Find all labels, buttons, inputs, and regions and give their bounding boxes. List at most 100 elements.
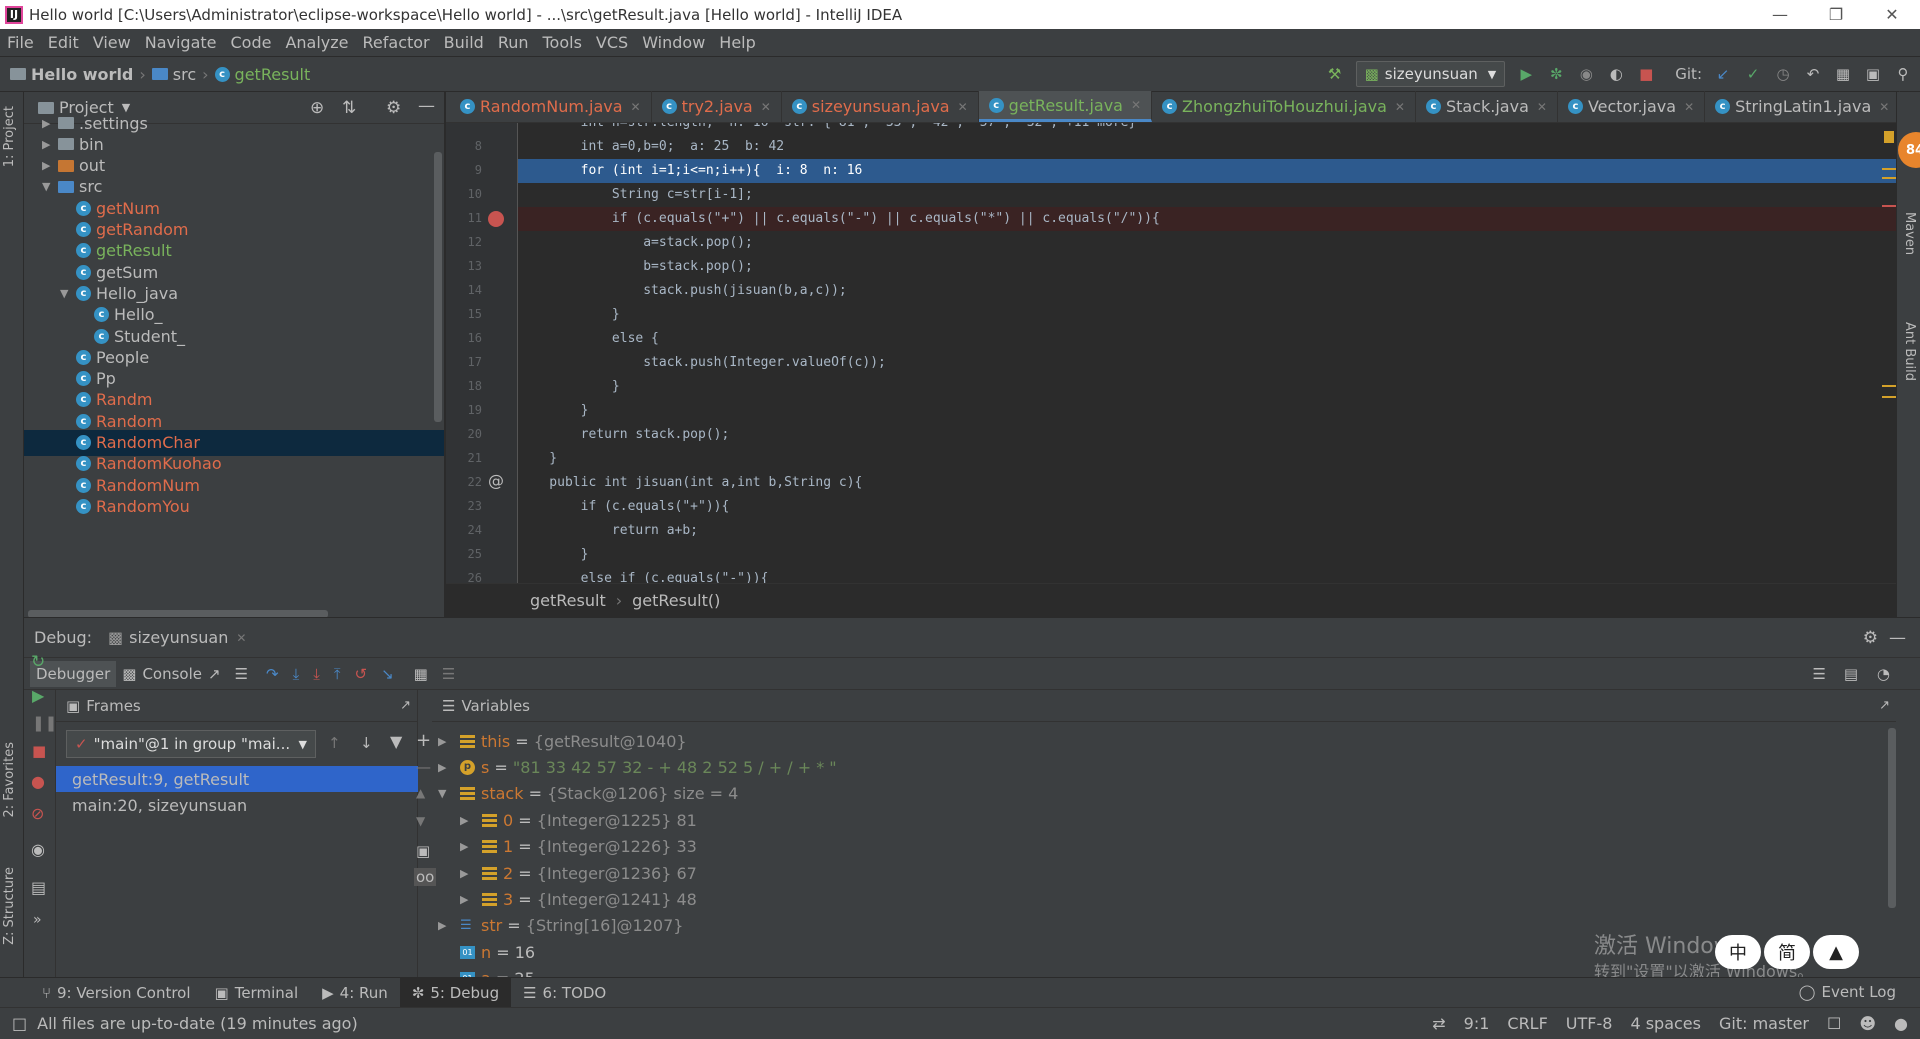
- breadcrumb-file[interactable]: getResult: [235, 65, 311, 84]
- menu-item-edit[interactable]: Edit: [41, 33, 86, 52]
- more-icon[interactable]: »: [33, 912, 42, 928]
- editor-tab[interactable]: c getResult.java ✕: [978, 91, 1153, 122]
- restore-layout-icon[interactable]: ☰: [1813, 665, 1826, 683]
- menu-item-code[interactable]: Code: [224, 33, 279, 52]
- layout-icon[interactable]: ▤: [1844, 665, 1858, 683]
- code-line[interactable]: stack.push(jisuan(b,a,c));: [518, 279, 1896, 303]
- variable-row[interactable]: ▶ p s = "81 33 42 57 32 - + 48 2 52 5 / + …: [432, 754, 837, 780]
- warning-marker[interactable]: [1882, 396, 1896, 398]
- build-hammer-icon[interactable]: ⚒: [1326, 65, 1344, 83]
- debug-bug-icon[interactable]: ✼: [1547, 65, 1565, 83]
- triangle-right-icon[interactable]: ▶: [438, 761, 460, 774]
- menu-item-run[interactable]: Run: [491, 33, 536, 52]
- code-line[interactable]: if (c.equals("+")){: [518, 495, 1896, 519]
- layout-settings-icon[interactable]: ▤: [31, 878, 46, 897]
- breadcrumb-folder[interactable]: src: [173, 65, 196, 84]
- search-icon[interactable]: ⚲: [1894, 65, 1912, 83]
- git-revert-icon[interactable]: ↶: [1804, 65, 1822, 83]
- tab-console[interactable]: ▩ Console: [122, 665, 202, 683]
- git-branch[interactable]: Git: master: [1719, 1014, 1809, 1033]
- evaluate-expression-icon[interactable]: ▦: [414, 665, 428, 683]
- code-line[interactable]: }: [518, 375, 1896, 399]
- tool-tab-ant-build[interactable]: Ant Build: [1902, 322, 1917, 381]
- code-line[interactable]: }: [518, 303, 1896, 327]
- menu-item-view[interactable]: View: [86, 33, 138, 52]
- bottom-tab[interactable]: ⑂ 9: Version Control: [30, 978, 203, 1008]
- hide-panel-icon[interactable]: —: [1889, 628, 1906, 648]
- pin-icon[interactable]: ↗: [1879, 698, 1890, 713]
- bottom-tab[interactable]: ☰ 6: TODO: [511, 978, 618, 1008]
- warning-marker[interactable]: [1882, 385, 1896, 387]
- frame-down-icon[interactable]: ↓: [360, 734, 373, 752]
- pin-icon[interactable]: ↗: [400, 698, 411, 713]
- code-line[interactable]: else {: [518, 327, 1896, 351]
- error-marker-strip[interactable]: [1882, 123, 1896, 583]
- editor-tab[interactable]: c try2.java ✕: [652, 91, 782, 122]
- triangle-right-icon[interactable]: ▶: [42, 117, 58, 130]
- mute-breakpoints-icon[interactable]: ⊘: [31, 804, 44, 823]
- view-breakpoints-icon[interactable]: ●: [31, 772, 45, 791]
- file-encoding[interactable]: UTF-8: [1566, 1014, 1613, 1033]
- variable-row[interactable]: ▼ stack = {Stack@1206} size = 4: [432, 781, 738, 807]
- git-update-icon[interactable]: ↙: [1714, 65, 1732, 83]
- code-line[interactable]: public int jisuan(int a,int b,String c){: [518, 471, 1896, 495]
- editor-breadcrumb-method[interactable]: getResult(): [632, 591, 720, 610]
- bottom-tab[interactable]: ▣ Terminal: [203, 978, 311, 1008]
- variable-row[interactable]: ▶ this = {getResult@1040}: [432, 728, 687, 754]
- status-window-icon[interactable]: □: [12, 1014, 27, 1033]
- triangle-right-icon[interactable]: ▶: [438, 735, 460, 748]
- run-to-cursor-icon[interactable]: ↘: [381, 665, 394, 683]
- code-line[interactable]: for (int i=1;i<=n;i++){ i: 8 n: 16: [518, 159, 1896, 183]
- thread-select[interactable]: ✓ "main"@1 in group "mai... ▼: [66, 730, 316, 758]
- code-line[interactable]: stack.push(Integer.valueOf(c));: [518, 351, 1896, 375]
- coverage-icon[interactable]: ◉: [1577, 65, 1595, 83]
- bottom-tab[interactable]: ▶ 4: Run: [310, 978, 400, 1008]
- menu-item-analyze[interactable]: Analyze: [278, 33, 355, 52]
- menu-item-build[interactable]: Build: [437, 33, 491, 52]
- editor-tab[interactable]: c ZhongzhuiToHouzhui.java ✕: [1152, 91, 1416, 122]
- frame-row[interactable]: main:20, sizeyunsuan: [56, 792, 418, 818]
- close-icon[interactable]: ✕: [1131, 98, 1141, 112]
- tree-scrollbar[interactable]: [434, 152, 442, 422]
- code-line[interactable]: return stack.pop();: [518, 423, 1896, 447]
- trace-icon[interactable]: ☰: [442, 665, 455, 683]
- move-down-icon[interactable]: ▼: [416, 814, 425, 828]
- ime-chinese-toggle[interactable]: 中: [1715, 935, 1761, 969]
- code-line[interactable]: }: [518, 447, 1896, 471]
- git-commit-check-icon[interactable]: ✓: [1744, 65, 1762, 83]
- caret-position[interactable]: 9:1: [1464, 1014, 1490, 1033]
- close-icon[interactable]: ✕: [761, 100, 771, 114]
- tool-tab-project[interactable]: 1: Project: [2, 106, 17, 167]
- code-line[interactable]: String c=str[i-1];: [518, 183, 1896, 207]
- code-line[interactable]: int n=str.length; n: 16 str: {"81", "33"…: [518, 123, 1896, 135]
- frame-up-icon[interactable]: ↑: [328, 734, 341, 752]
- menu-item-help[interactable]: Help: [712, 33, 762, 52]
- run-configuration-select[interactable]: ▩ sizeyunsuan ▼: [1355, 61, 1506, 87]
- stop-icon[interactable]: ■: [1637, 65, 1655, 83]
- gear-icon[interactable]: ⚙: [1863, 628, 1878, 648]
- code-area[interactable]: int n=str.length; n: 16 str: {"81", "33"…: [518, 123, 1896, 583]
- code-line[interactable]: else if (c.equals("-")){: [518, 567, 1896, 583]
- git-history-icon[interactable]: ◷: [1774, 65, 1792, 83]
- tool-tab-maven[interactable]: Maven: [1902, 212, 1917, 255]
- pin-icon[interactable]: ↗: [208, 665, 221, 683]
- menu-item-window[interactable]: Window: [635, 33, 712, 52]
- variable-row[interactable]: ▶ 2 = {Integer@1236} 67: [432, 860, 697, 886]
- triangle-down-icon[interactable]: ▼: [60, 287, 76, 300]
- profile-icon[interactable]: ◐: [1607, 65, 1625, 83]
- variables-scrollbar[interactable]: [1888, 728, 1896, 908]
- line-separator[interactable]: CRLF: [1507, 1014, 1547, 1033]
- triangle-right-icon[interactable]: ▶: [438, 919, 460, 932]
- window-layout-icon[interactable]: ▣: [1864, 65, 1882, 83]
- variable-row[interactable]: ▶ ☰ str = {String[16]@1207}: [432, 913, 683, 939]
- add-watch-icon[interactable]: +: [416, 730, 431, 751]
- show-execution-point-icon[interactable]: ☰: [235, 665, 248, 683]
- variable-row[interactable]: ▶ 0 = {Integer@1225} 81: [432, 807, 697, 833]
- variable-row[interactable]: 01 n = 16: [432, 939, 535, 965]
- resume-icon[interactable]: ▶: [32, 686, 44, 705]
- camera-icon[interactable]: ◉: [31, 840, 45, 859]
- breakpoint-icon[interactable]: [488, 211, 504, 227]
- menu-item-tools[interactable]: Tools: [536, 33, 589, 52]
- ime-skin-icon[interactable]: ▲: [1813, 935, 1859, 969]
- triangle-down-icon[interactable]: ▼: [42, 180, 58, 193]
